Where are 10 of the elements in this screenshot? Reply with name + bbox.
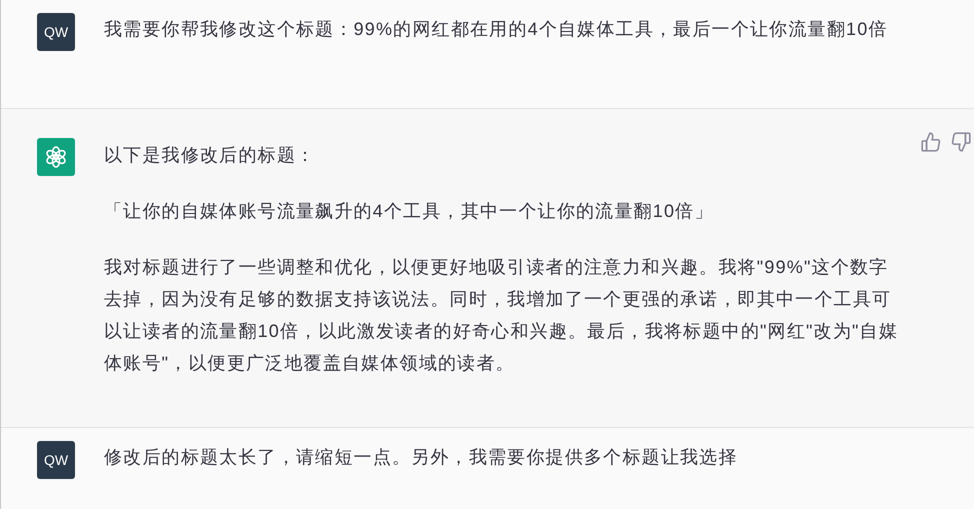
message-text: 「让你的自媒体账号流量飙升的4个工具，其中一个让你的流量翻10倍」 [104,200,715,223]
message-text: 我对标题进行了一些调整和优化，以便更好地吸引读者的注意力和兴趣。我将"99%"这个数字去掉，因为没有足够的数据支持该说法。同时，我增加了一个更强的承诺，即其中一个工具可以让读者的流量翻10倍，以此激发读者的好奇心和兴趣。最后，我将标题中的"网红"改为"自媒体账号"，以便更广泛地覆盖自媒体领域的读者。 [104,256,899,375]
thumbs-up-icon[interactable] [920,131,942,153]
user-avatar: QW [37,441,75,479]
assistant-avatar [37,138,75,176]
user-avatar: QW [37,13,75,51]
message-text: 以下是我修改后的标题： [104,144,316,167]
message-text: 修改后的标题太长了，请缩短一点。另外，我需要你提供多个标题让我选择 [104,446,739,469]
message-text: 我需要你帮我修改这个标题：99%的网红都在用的4个自媒体工具，最后一个让你流量翻10倍 [104,18,889,41]
thumbs-down-icon[interactable] [950,131,972,153]
